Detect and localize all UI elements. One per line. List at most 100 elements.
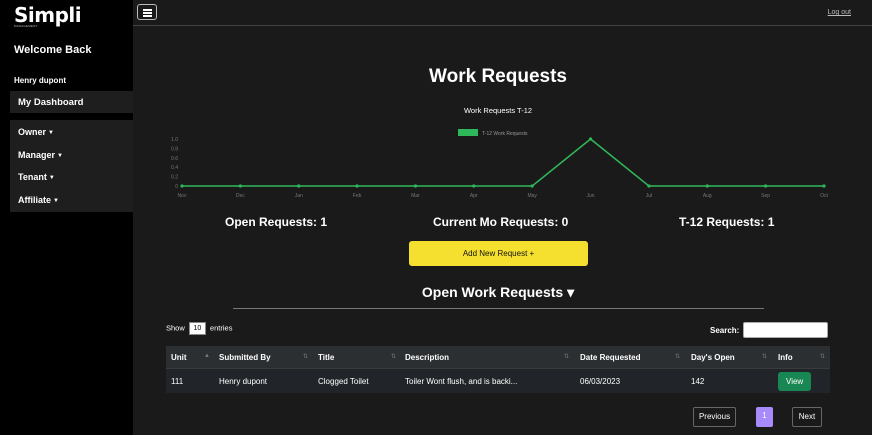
sidebar-item-owner[interactable]: Owner ▼	[18, 127, 54, 137]
search-input[interactable]	[743, 322, 828, 338]
x-tick-label: Aug	[703, 193, 712, 199]
x-tick-label: Jul	[646, 193, 652, 199]
column-header-description[interactable]: Description	[405, 346, 449, 368]
hamburger-icon	[143, 15, 152, 17]
cell-title: Clogged Toilet	[318, 376, 369, 386]
work-requests-table: Unit ▲ Submitted By ⇅ Title ⇅ Descriptio…	[166, 346, 830, 393]
hamburger-icon	[143, 12, 152, 14]
data-point	[705, 184, 709, 188]
next-page-button[interactable]: Next	[792, 407, 822, 427]
series-line	[182, 138, 824, 187]
cell-days-open: 142	[691, 376, 705, 386]
show-label: Show	[166, 323, 185, 333]
legend-label: T-12 Work Requests	[482, 131, 528, 137]
sidebar-item-dashboard[interactable]: My Dashboard	[10, 91, 133, 113]
data-point	[647, 184, 651, 188]
open-work-requests-toggle[interactable]: Open Work Requests ▾	[133, 284, 863, 301]
sort-icon: ⇅	[820, 354, 826, 360]
sidebar-item-tenant[interactable]: Tenant ▼	[18, 172, 55, 182]
sidebar-menu: Owner ▼ Manager ▼ Tenant ▼ Affiliate ▼	[10, 120, 133, 212]
column-header-date-requested[interactable]: Date Requested	[580, 346, 640, 368]
column-header-unit[interactable]: Unit	[171, 346, 187, 368]
cell-info: View	[778, 369, 812, 393]
data-point	[764, 184, 768, 188]
data-point	[297, 184, 301, 188]
user-name: Henry dupont	[14, 76, 66, 85]
entries-label: entries	[209, 323, 233, 333]
column-header-submitted-by[interactable]: Submitted By	[219, 346, 271, 368]
caret-down-icon: ▼	[57, 153, 63, 159]
sidebar: Simpli MANAGEMENT Welcome Back Henry dup…	[0, 0, 133, 435]
x-tick-label: Mar	[411, 193, 420, 199]
column-header-info[interactable]: Info	[778, 346, 793, 368]
data-point	[822, 184, 826, 188]
x-tick-label: May	[527, 193, 537, 199]
sort-icon: ▲	[204, 353, 210, 359]
cell-description: Toiler Wont flush, and is backi...	[405, 376, 518, 386]
x-tick-label: Sep	[761, 193, 770, 199]
sort-icon: ⇅	[303, 354, 309, 360]
hamburger-icon	[143, 9, 152, 11]
y-tick-label: 0.8	[171, 146, 178, 152]
y-tick-label: 0.4	[171, 165, 178, 171]
data-point	[413, 184, 418, 188]
table-row: 111 Henry dupont Clogged Toilet Toiler W…	[166, 368, 830, 393]
top-bar: Log out	[133, 0, 872, 26]
table-header: Unit ▲ Submitted By ⇅ Title ⇅ Descriptio…	[166, 346, 830, 368]
t12-requests-stat: T-12 Requests: 1	[679, 215, 775, 229]
previous-page-button[interactable]: Previous	[693, 407, 736, 427]
caret-down-icon: ▼	[53, 198, 59, 204]
brand-subtitle: MANAGEMENT	[14, 24, 38, 28]
sidebar-item-affiliate[interactable]: Affiliate ▼	[18, 195, 59, 205]
data-point	[530, 184, 534, 188]
sidebar-item-label: Affiliate	[18, 195, 52, 205]
y-tick-label: 0.2	[171, 175, 178, 181]
x-tick-label: Nov	[178, 193, 187, 199]
data-point	[180, 184, 184, 188]
sidebar-item-manager[interactable]: Manager ▼	[18, 150, 63, 160]
sort-icon: ⇅	[564, 354, 570, 360]
page-title: Work Requests	[429, 66, 567, 87]
y-tick-label: 0.6	[171, 156, 178, 162]
x-tick-label: Jun	[587, 193, 595, 199]
section-divider	[233, 308, 764, 309]
sort-icon: ⇅	[675, 354, 681, 360]
sort-icon: ⇅	[762, 354, 768, 360]
x-tick-label: Oct	[820, 193, 828, 199]
menu-toggle-button[interactable]	[137, 4, 157, 20]
caret-down-icon: ▼	[48, 130, 54, 136]
open-requests-stat: Open Requests: 1	[225, 215, 328, 229]
data-point	[238, 184, 242, 188]
sidebar-item-label: Manager	[18, 150, 56, 160]
chart-title: Work Requests T-12	[463, 106, 533, 115]
show-entries-control: Show 10 entries	[166, 322, 232, 335]
logout-link[interactable]: Log out	[828, 9, 851, 16]
data-point	[588, 137, 593, 141]
search-label: Search:	[710, 326, 740, 335]
cell-date-requested: 06/03/2023	[580, 376, 621, 386]
legend-swatch	[458, 129, 478, 136]
welcome-heading: Welcome Back	[14, 44, 92, 56]
sidebar-item-label: Tenant	[18, 172, 47, 182]
entries-select[interactable]: 10	[188, 322, 206, 335]
add-new-request-button[interactable]: Add New Request +	[409, 241, 588, 266]
column-header-title[interactable]: Title	[318, 346, 334, 368]
cell-submitted-by: Henry dupont	[219, 376, 268, 386]
sidebar-item-label: Owner	[18, 127, 47, 137]
y-tick-label: 1.0	[171, 137, 178, 143]
data-point	[355, 184, 359, 188]
current-month-requests-stat: Current Mo Requests: 0	[433, 215, 569, 229]
data-point	[472, 184, 476, 188]
x-tick-label: Jan	[295, 193, 303, 199]
view-button[interactable]: View	[778, 371, 812, 391]
work-requests-chart: T-12 Work Requests 0 0.2 0.4 0.6 0.8 1.0 Nov D…	[171, 129, 828, 199]
cell-unit: 111	[171, 376, 184, 386]
page-1-button[interactable]: 1	[756, 407, 773, 427]
x-tick-label: Feb	[353, 193, 362, 199]
caret-down-icon: ▼	[48, 175, 55, 181]
column-header-days-open[interactable]: Day's Open	[691, 346, 735, 368]
y-tick-label: 0	[175, 184, 178, 190]
x-tick-label: Dec	[236, 193, 245, 199]
x-tick-label: Apr	[470, 193, 478, 199]
sort-icon: ⇅	[391, 354, 397, 360]
